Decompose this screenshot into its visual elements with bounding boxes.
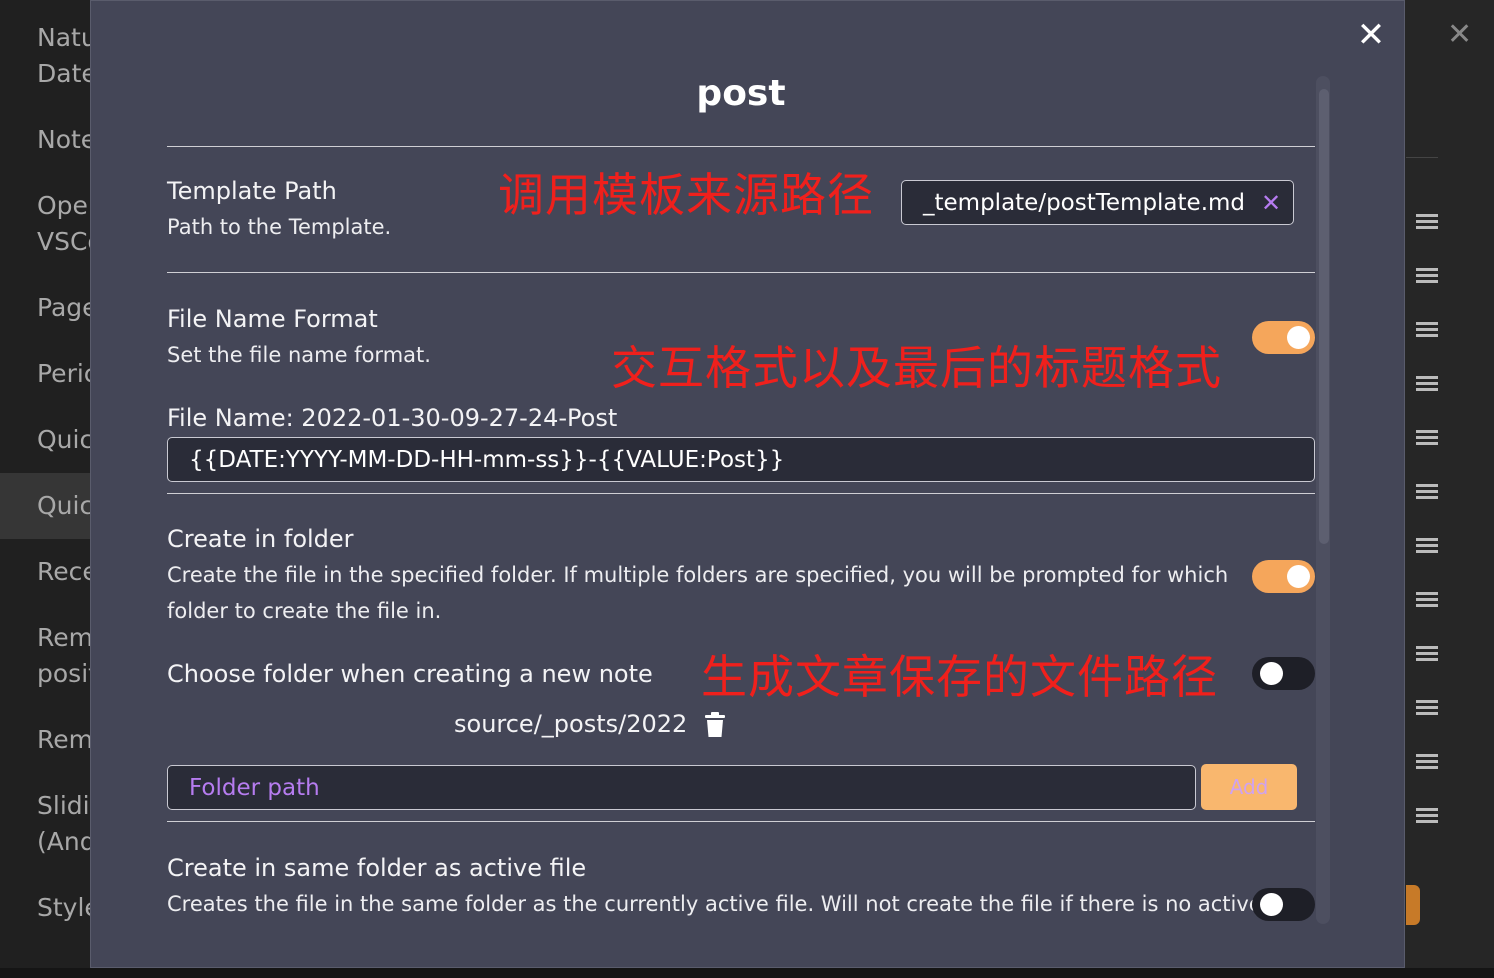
drag-handle-icon[interactable]: [1416, 430, 1438, 448]
create-in-folder-label: Create in folder: [167, 525, 354, 553]
drag-handle-icon[interactable]: [1416, 268, 1438, 286]
trash-icon[interactable]: [704, 712, 726, 738]
close-icon[interactable]: ✕: [1355, 18, 1387, 52]
sidebar-item[interactable]: Slidi: [37, 788, 90, 824]
file-name-format-label: File Name Format: [167, 305, 378, 333]
sidebar-item-active[interactable]: Quic: [37, 488, 93, 524]
file-name-preview: File Name: 2022-01-30-09-27-24-Post: [167, 404, 618, 432]
drag-handle-icon[interactable]: [1416, 592, 1438, 610]
sidebar-item[interactable]: Page: [37, 290, 98, 326]
template-path-value: _template/postTemplate.md: [923, 189, 1246, 216]
toggle-knob: [1260, 662, 1283, 685]
drag-handle-icon[interactable]: [1416, 376, 1438, 394]
file-name-format-desc: Set the file name format.: [167, 343, 431, 367]
drag-handle-icon[interactable]: [1416, 754, 1438, 772]
drag-handle-icon[interactable]: [1416, 538, 1438, 556]
close-icon[interactable]: ✕: [1447, 20, 1472, 50]
sidebar-item[interactable]: (And: [37, 824, 96, 860]
folder-path-placeholder: Folder path: [189, 774, 320, 801]
sidebar-item[interactable]: Date: [37, 56, 97, 92]
same-folder-toggle[interactable]: [1252, 888, 1315, 921]
toggle-knob: [1287, 326, 1310, 349]
sidebar-item[interactable]: Peric: [37, 356, 98, 392]
drag-handle-icon[interactable]: [1416, 700, 1438, 718]
choose-folder-label: Choose folder when creating a new note: [167, 660, 653, 688]
sidebar-item[interactable]: Rem: [37, 722, 93, 758]
divider: [1406, 157, 1438, 158]
close-icon[interactable]: ✕: [1261, 189, 1281, 217]
choose-folder-toggle[interactable]: [1252, 657, 1315, 690]
drag-handle-icon[interactable]: [1416, 214, 1438, 232]
file-name-format-input[interactable]: {{DATE:YYYY-MM-DD-HH-mm-ss}}-{{VALUE:Pos…: [167, 437, 1315, 482]
modal-title: post: [696, 73, 786, 114]
divider: [167, 493, 1315, 494]
file-name-format-toggle[interactable]: [1252, 321, 1315, 354]
annotation-save-path: 生成文章保存的文件路径: [701, 650, 1218, 704]
sidebar-item[interactable]: Natu: [37, 20, 97, 56]
settings-button-edge[interactable]: [1406, 885, 1420, 925]
divider: [167, 272, 1315, 273]
add-folder-button[interactable]: Add: [1201, 764, 1297, 810]
sidebar-item[interactable]: Rece: [37, 554, 98, 590]
sidebar-item[interactable]: Note: [37, 122, 96, 158]
drag-handle-icon[interactable]: [1416, 322, 1438, 340]
toggle-knob: [1287, 565, 1310, 588]
template-path-desc: Path to the Template.: [167, 215, 392, 239]
file-name-format-value: {{DATE:YYYY-MM-DD-HH-mm-ss}}-{{VALUE:Pos…: [189, 446, 785, 473]
folder-entry: source/_posts/2022: [454, 710, 688, 738]
scrollbar-thumb[interactable]: [1319, 89, 1329, 544]
folder-path-input[interactable]: Folder path: [167, 765, 1196, 810]
drag-handle-icon[interactable]: [1416, 484, 1438, 502]
annotation-title-format: 交互格式以及最后的标题格式: [611, 341, 1222, 395]
sidebar-item[interactable]: Quic: [37, 422, 93, 458]
divider: [167, 146, 1315, 147]
divider: [167, 821, 1315, 822]
same-folder-desc: Creates the file in the same folder as t…: [167, 892, 1262, 916]
annotation-template-source: 调用模板来源路径: [498, 168, 874, 222]
template-path-label: Template Path: [167, 177, 337, 205]
drag-handle-icon[interactable]: [1416, 808, 1438, 826]
drag-handle-icon[interactable]: [1416, 646, 1438, 664]
create-in-folder-toggle[interactable]: [1252, 560, 1315, 593]
sidebar-item[interactable]: Rem: [37, 620, 93, 656]
template-path-input[interactable]: _template/postTemplate.md: [901, 180, 1294, 225]
same-folder-label: Create in same folder as active file: [167, 854, 587, 882]
create-in-folder-desc: Create the file in the specified folder.…: [167, 563, 1229, 587]
toggle-knob: [1260, 893, 1283, 916]
window-bottom-bar: [0, 968, 1494, 978]
sidebar-item[interactable]: posit: [37, 656, 98, 692]
create-in-folder-desc-2: folder to create the file in.: [167, 599, 442, 623]
choice-settings-modal: ✕ post Template Path Path to the Templat…: [90, 0, 1405, 968]
